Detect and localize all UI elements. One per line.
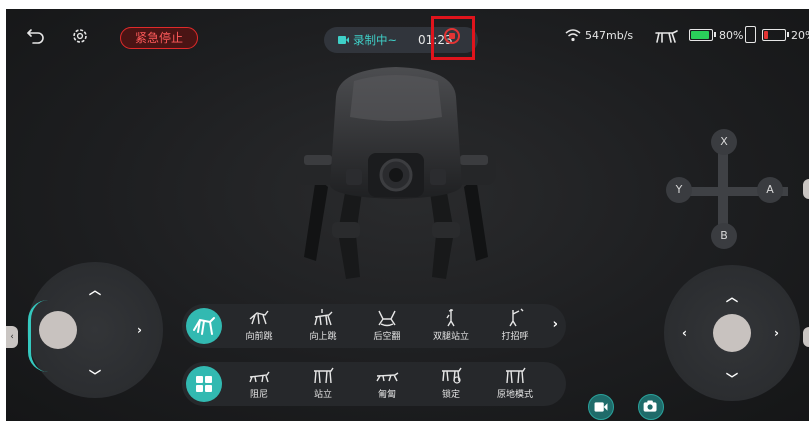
right-joystick-knob[interactable] [713,314,751,352]
right-edge-handle-bottom[interactable] [803,327,809,347]
robot-dog-icon [655,30,678,43]
more-arrow-icon[interactable]: › [553,317,558,332]
video-camera-icon [338,36,349,44]
action-label: 站立 [313,390,332,400]
left-joystick-indicator-arc [28,300,48,372]
lock-pose-icon [442,367,462,384]
action-crawl[interactable]: 匍匐 [358,365,416,403]
joystick-right-arrow-icon: › [137,323,142,337]
left-panel-tab[interactable]: ‹ [6,326,18,348]
record-video-button[interactable] [588,394,614,420]
action-lock[interactable]: 锁定 [422,365,480,403]
grid-menu-icon[interactable] [186,366,222,402]
damping-icon [249,371,270,383]
action-label: 打招呼 [501,332,529,342]
action-wave-hello[interactable]: 打招呼 [486,307,544,345]
action-label: 后空翻 [373,332,401,342]
crawl-icon [376,372,399,382]
y-button[interactable]: Y [666,177,692,203]
action-damping[interactable]: 阻尼 [230,365,288,403]
dog-tricks-icon[interactable] [186,308,222,344]
wifi-icon [565,29,581,42]
action-jump-forward[interactable]: 向前跳 [230,307,288,345]
phone-battery-percent: 20% [791,29,809,42]
video-camera-icon [594,402,608,412]
action-stand[interactable]: 站立 [294,365,352,403]
gear-icon[interactable] [70,26,90,46]
camera-icon [643,400,657,412]
jump-forward-icon [249,310,269,325]
control-screen: 紧急停止 录制中~ 01:23 547mb/s 80% 20 X Y A B ‹… [6,9,809,421]
back-arrow-icon[interactable] [26,27,46,45]
stand-two-legs-icon [446,309,455,327]
phone-battery-icon [762,29,789,41]
b-button[interactable]: B [711,223,737,249]
right-edge-handle-top[interactable] [803,179,809,199]
action-label: 向前跳 [245,332,273,342]
phone-icon [745,26,756,43]
action-label: 匍匐 [377,390,396,400]
action-jump-up[interactable]: 向上跳 [294,307,352,345]
stop-recording-highlight [431,16,475,60]
tricks-action-bar: 向前跳 向上跳 后空翻 双腿站立 打招呼 › [182,304,566,348]
action-label: 阻尼 [249,390,268,400]
robot-battery-percent: 80% [719,29,744,42]
joystick-up-arrow-icon: ︿ [726,290,739,304]
a-button[interactable]: A [757,177,783,203]
action-stand-two-legs[interactable]: 双腿站立 [422,307,480,345]
joystick-down-arrow-icon: ﹀ [89,369,102,383]
joystick-down-arrow-icon: ﹀ [726,372,739,386]
x-button[interactable]: X [711,129,737,155]
action-label: 向上跳 [309,332,337,342]
recording-label: 录制中~ [353,33,398,47]
action-label: 原地模式 [496,390,533,400]
action-label: 双腿站立 [432,332,469,342]
wave-hello-icon [509,308,524,327]
joystick-up-arrow-icon: ︿ [89,283,102,297]
joystick-right-arrow-icon: › [774,326,779,340]
right-joystick[interactable]: ︿ ﹀ ‹ › [664,265,800,401]
network-speed: 547mb/s [585,29,634,42]
robot-battery-icon [689,29,716,41]
emergency-stop-button[interactable]: 紧急停止 [120,27,198,49]
joystick-left-arrow-icon: ‹ [682,326,687,340]
robot-dog-view [296,67,496,279]
stand-icon [314,367,334,384]
backflip-icon [378,310,396,327]
status-area: 547mb/s 80% 20% [549,26,809,48]
in-place-mode-icon [506,367,526,384]
top-bar: 紧急停止 录制中~ 01:23 547mb/s 80% 20 [6,9,809,60]
action-in-place-mode[interactable]: 原地模式 [486,365,544,403]
action-backflip[interactable]: 后空翻 [358,307,416,345]
action-label: 锁定 [441,390,460,400]
take-photo-button[interactable] [638,394,664,420]
posture-action-bar: 阻尼 站立 匍匐 锁定 原地模式 [182,362,566,406]
jump-up-icon [314,309,333,326]
